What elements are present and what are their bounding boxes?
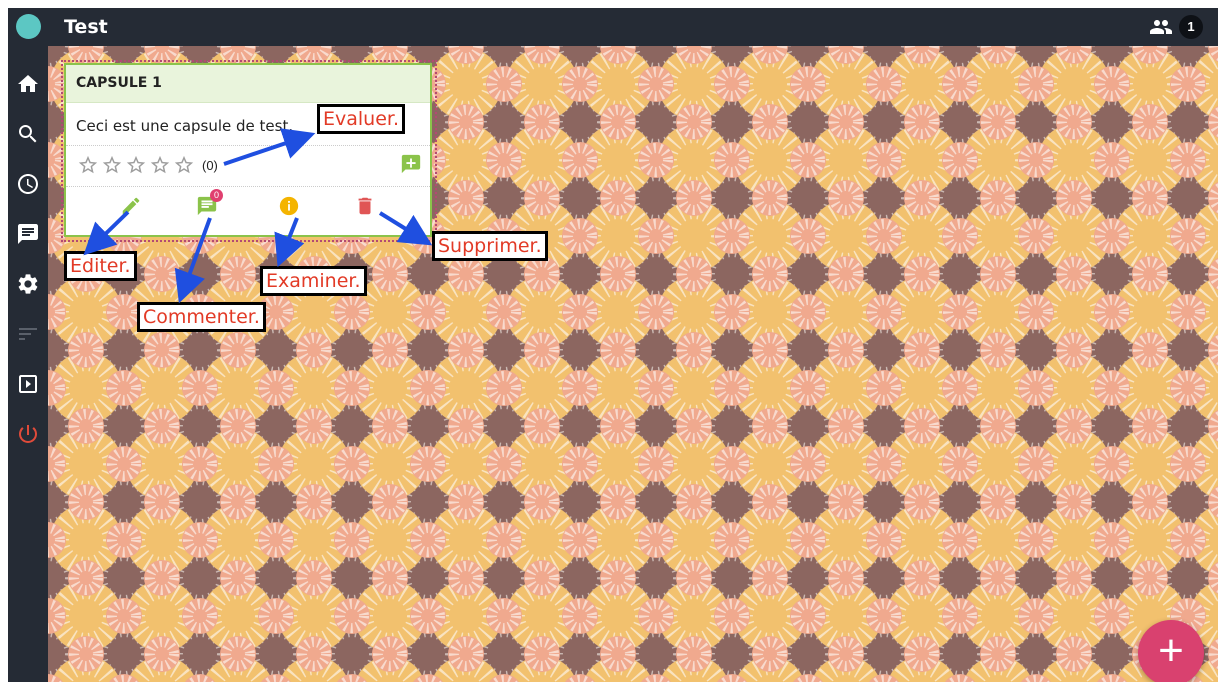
star-icon[interactable] (100, 154, 124, 176)
star-icon[interactable] (172, 154, 196, 176)
sort-icon[interactable] (16, 322, 40, 346)
chat-icon[interactable] (16, 222, 40, 246)
edit-icon[interactable] (120, 195, 142, 217)
capsule-title: CAPSULE 1 (66, 65, 430, 103)
app-window: Test 1 CAPSULE 1 Ceci est une capsule de… (8, 8, 1218, 682)
rating-stars[interactable] (76, 154, 196, 176)
rating-count: (0) (202, 158, 218, 173)
add-capsule-button[interactable]: + (1138, 620, 1204, 682)
history-icon[interactable] (16, 172, 40, 196)
star-icon[interactable] (124, 154, 148, 176)
comment-button[interactable]: 0 (196, 189, 223, 217)
group-icon[interactable] (1148, 15, 1174, 39)
delete-icon[interactable] (354, 195, 376, 217)
sidebar (8, 46, 48, 682)
slideshow-icon[interactable] (16, 372, 40, 396)
annotation-evaluate: Evaluer. (317, 104, 406, 134)
online-users-badge: 1 (1179, 15, 1203, 39)
star-icon[interactable] (148, 154, 172, 176)
comment-count-badge: 0 (210, 189, 223, 202)
page-title: Test (64, 16, 108, 38)
annotation-examine: Examiner. (260, 266, 367, 296)
power-icon[interactable] (16, 422, 40, 446)
star-icon[interactable] (76, 154, 100, 176)
app-logo[interactable] (16, 14, 41, 39)
search-icon[interactable] (16, 122, 40, 146)
top-bar: Test 1 (8, 8, 1218, 46)
home-icon[interactable] (16, 72, 40, 96)
rating-row: (0) (66, 145, 430, 187)
capsule-actions: 0 (66, 187, 430, 227)
annotation-edit: Editer. (64, 251, 137, 281)
annotation-delete: Supprimer. (432, 231, 548, 261)
info-icon[interactable] (278, 195, 300, 217)
annotation-comment: Commenter. (137, 302, 266, 332)
fab-plus-label: + (1158, 626, 1184, 675)
board-canvas[interactable]: CAPSULE 1 Ceci est une capsule de test. … (48, 46, 1218, 682)
capsule-card[interactable]: CAPSULE 1 Ceci est une capsule de test. … (64, 63, 432, 237)
settings-icon[interactable] (16, 272, 40, 296)
add-comment-icon[interactable] (400, 153, 422, 175)
